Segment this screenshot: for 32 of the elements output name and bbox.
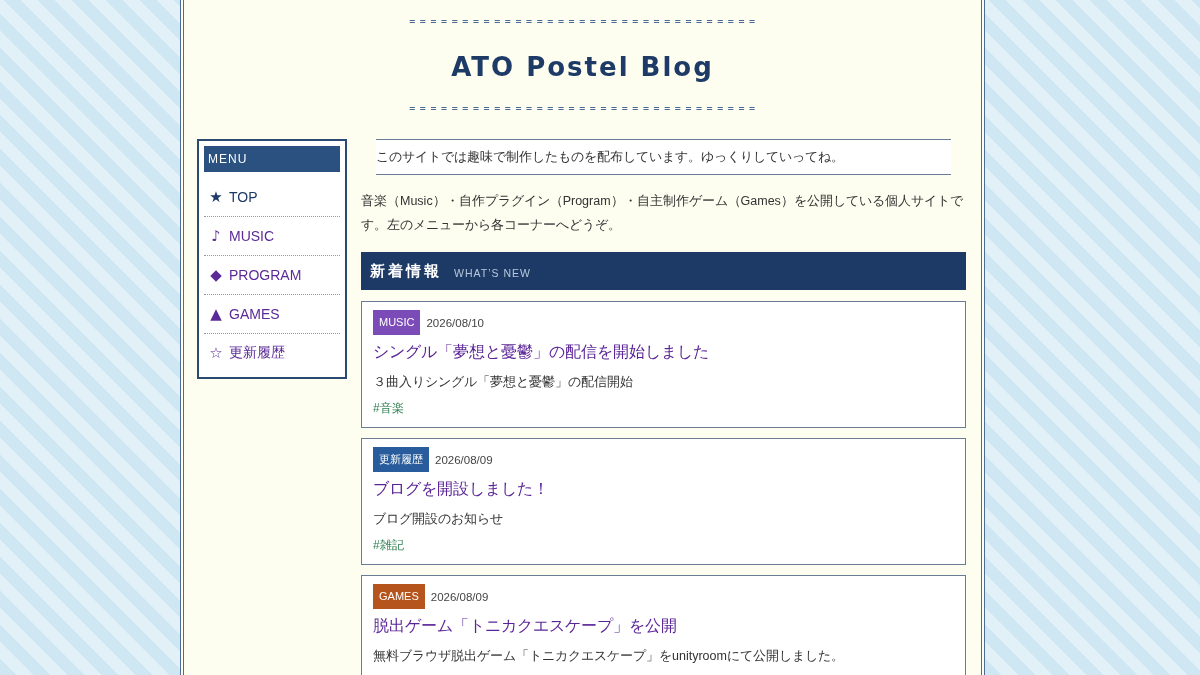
post-date: 2026/08/09 xyxy=(430,590,489,603)
section-title: 新着情報 xyxy=(370,261,442,281)
intro-text: このサイトでは趣味で制作したものを配布しています。ゆっくりしていってね。 xyxy=(376,139,951,175)
menu-link[interactable]: ☆ 更新履歴 xyxy=(204,334,340,372)
tag-link[interactable]: #雑記 xyxy=(373,536,404,554)
post-title-link[interactable]: シングル「夢想と憂鬱」の配信を開始しました xyxy=(373,341,709,363)
category-badge[interactable]: 更新履歴 xyxy=(373,447,429,472)
site-title: ATO Postel Blog xyxy=(451,51,714,84)
post-summary: 無料ブラウザ脱出ゲーム「トニカクエスケープ」をunityroomにて公開しました。 xyxy=(373,648,844,665)
post-date: 2026/08/10 xyxy=(426,316,484,329)
menu-link[interactable]: ▲ GAMES xyxy=(204,295,340,334)
bullet-icon: ♪ xyxy=(208,227,224,245)
post-summary: ブログ開設のお知らせ xyxy=(373,511,503,528)
menu-link[interactable]: ♪ MUSIC xyxy=(204,217,340,256)
post-title-link[interactable]: ブログを開設しました！ xyxy=(373,478,549,500)
menu-link[interactable]: ◆ PROGRAM xyxy=(204,256,340,295)
title-rule: ================================= xyxy=(409,15,760,29)
bullet-icon: ▲ xyxy=(208,305,224,323)
post-date: 2026/08/09 xyxy=(435,453,493,466)
site-description: 音楽（Music）・自作プラグイン（Program）・自主制作ゲーム（Games）を公開している個人サイトです。左のメニューから各コーナーへどうぞ。 xyxy=(361,193,964,234)
bullet-icon: ☆ xyxy=(208,344,224,362)
bullet-icon: ★ xyxy=(208,188,224,206)
post-title-link[interactable]: 脱出ゲーム「トニカクエスケープ」を公開 xyxy=(373,615,677,637)
menu-heading: MENU xyxy=(204,146,340,172)
category-badge[interactable]: GAMES xyxy=(373,584,425,609)
tag-link[interactable]: #音楽 xyxy=(373,399,404,417)
category-badge[interactable]: MUSIC xyxy=(373,310,421,335)
title-rule: ================================= xyxy=(409,102,760,116)
post-summary: ３曲入りシングル「夢想と憂鬱」の配信開始 xyxy=(373,374,633,391)
section-subtitle: WHAT’S NEW xyxy=(454,265,531,279)
menu-link[interactable]: ★ TOP xyxy=(204,178,340,217)
bullet-icon: ◆ xyxy=(208,266,224,284)
